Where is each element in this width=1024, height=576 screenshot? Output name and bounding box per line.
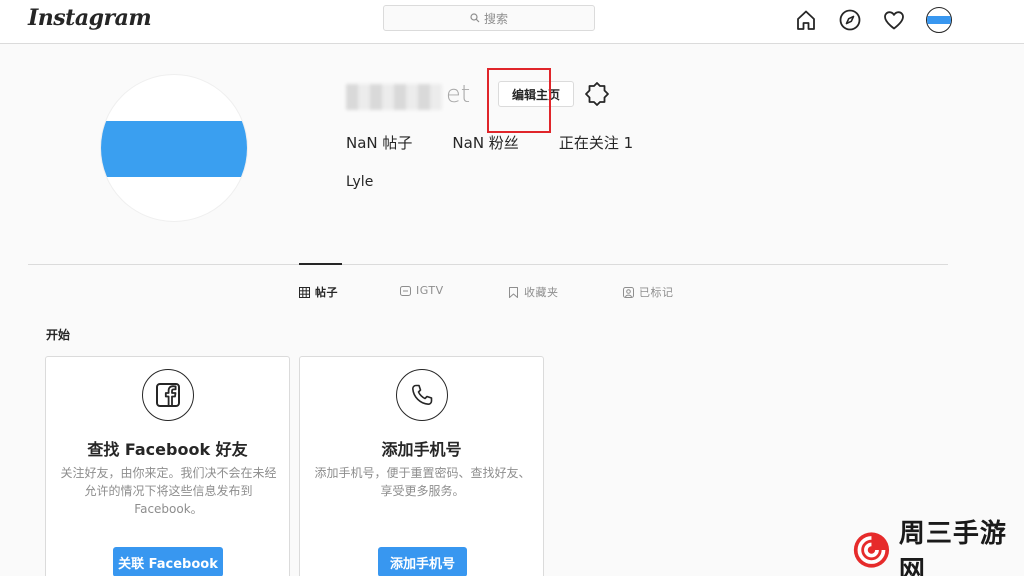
watermark-logo-icon: [853, 532, 890, 568]
profile-picture[interactable]: [100, 74, 248, 222]
red-highlight-box: [487, 68, 551, 133]
profile-tabs: 帖子 IGTV 收藏夹 已标记: [0, 284, 1024, 300]
tab-label: 收藏夹: [524, 286, 559, 299]
tab-saved[interactable]: 收藏夹: [508, 284, 559, 300]
instagram-logo[interactable]: Instagram: [28, 5, 152, 31]
activity-heart-icon[interactable]: [882, 8, 906, 32]
settings-gear-icon[interactable]: [584, 81, 610, 107]
followers-count[interactable]: NaN 粉丝: [452, 132, 518, 153]
card-icon-circle: [396, 369, 448, 421]
site-watermark: 周三手游网: [824, 519, 1024, 576]
following-count[interactable]: 正在关注 1: [559, 132, 633, 153]
tab-tagged[interactable]: 已标记: [623, 284, 674, 300]
nav-icon-group: [794, 7, 952, 33]
home-icon[interactable]: [794, 8, 818, 32]
profile-full-name: Lyle: [346, 174, 374, 190]
tabs-divider: [28, 264, 948, 265]
search-box[interactable]: 搜索: [383, 5, 595, 31]
getting-started-heading: 开始: [46, 328, 71, 342]
username-blurred: [346, 84, 442, 110]
igtv-icon: [400, 286, 411, 296]
profile-avatar-icon[interactable]: [926, 7, 952, 33]
find-facebook-friends-card: 查找 Facebook 好友 关注好友，由你来定。我们决不会在未经允许的情况下将…: [45, 356, 290, 576]
search-icon: [470, 13, 480, 23]
card-description: 关注好友，由你来定。我们决不会在未经允许的情况下将这些信息发布到 Faceboo…: [60, 466, 277, 516]
explore-compass-icon[interactable]: [838, 8, 862, 32]
profile-stats: NaN 帖子 NaN 粉丝 正在关注 1: [346, 132, 633, 153]
tab-label: 已标记: [639, 286, 674, 299]
phone-icon: [412, 384, 433, 405]
card-icon-circle: [142, 369, 194, 421]
bookmark-icon: [509, 286, 518, 298]
active-tab-indicator: [299, 263, 342, 265]
watermark-text: 周三手游网: [898, 519, 1007, 576]
grid-icon: [299, 286, 310, 298]
card-title: 查找 Facebook 好友: [87, 440, 248, 459]
connect-facebook-button[interactable]: 关联 Facebook: [113, 547, 223, 576]
facebook-icon: [156, 383, 180, 407]
username-visible-tail: et: [446, 80, 471, 108]
tab-posts[interactable]: 帖子: [299, 284, 338, 300]
card-description: 添加手机号，便于重置密码、查找好友、享受更多服务。: [314, 466, 531, 498]
tab-label: IGTV: [416, 284, 444, 297]
tab-label: 帖子: [315, 286, 338, 299]
card-title: 添加手机号: [381, 440, 462, 459]
top-navigation-bar: Instagram 搜索: [0, 0, 1024, 44]
search-placeholder: 搜索: [483, 11, 508, 26]
add-phone-number-card: 添加手机号 添加手机号，便于重置密码、查找好友、享受更多服务。 添加手机号: [299, 356, 544, 576]
tab-igtv[interactable]: IGTV: [400, 284, 444, 297]
add-phone-number-button[interactable]: 添加手机号: [378, 547, 467, 576]
tagged-icon: [623, 286, 634, 298]
posts-count: NaN 帖子: [346, 134, 413, 152]
